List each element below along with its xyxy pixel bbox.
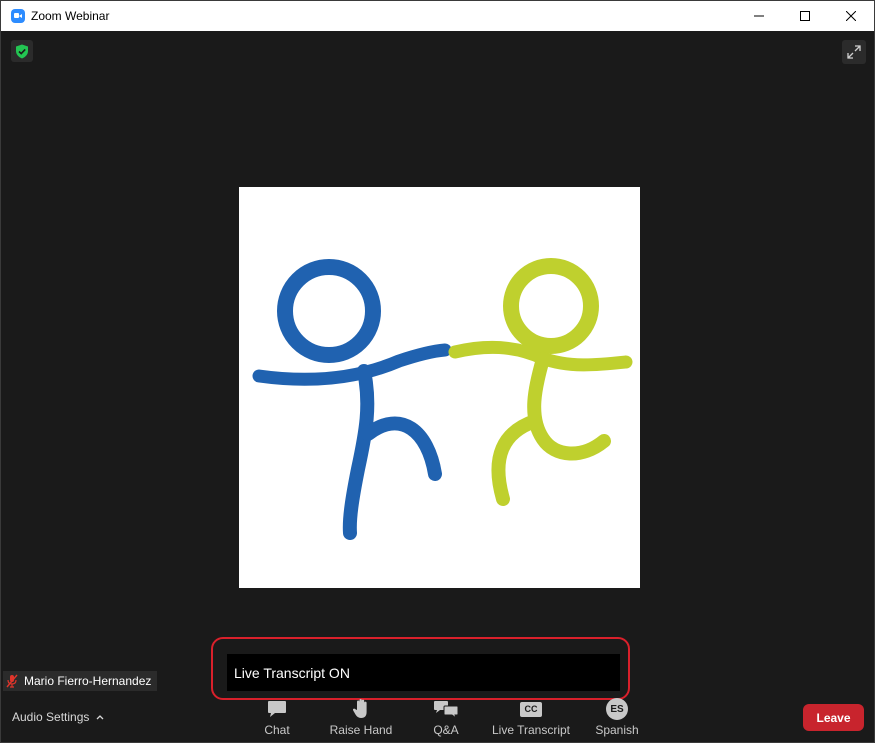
dancing-figures-logo [252,258,633,540]
participant-name: Mario Fierro-Hernandez [24,674,152,688]
close-icon [846,11,856,21]
qa-label: Q&A [433,723,459,737]
audio-settings-label: Audio Settings [12,710,90,724]
title-bar: Zoom Webinar [1,1,874,31]
live-caption-box: Live Transcript ON [227,654,620,691]
window-controls [736,1,874,31]
minimize-icon [754,15,764,17]
zoom-app-icon [11,9,25,23]
audio-settings-button[interactable]: Audio Settings [12,710,104,724]
window-title: Zoom Webinar [31,9,110,23]
participant-name-tag: Mario Fierro-Hernandez [3,671,158,691]
leave-button[interactable]: Leave [803,704,864,731]
chat-label: Chat [264,723,290,737]
raise-hand-button[interactable]: Raise Hand [327,696,395,742]
cc-badge: CC [520,701,542,717]
maximize-button[interactable] [782,1,828,31]
qa-button[interactable]: Q&A [425,696,467,742]
minimize-button[interactable] [736,1,782,31]
muted-mic-icon [6,674,18,688]
maximize-icon [800,11,810,21]
live-transcript-button[interactable]: CC Live Transcript [490,696,572,742]
hand-icon [352,696,370,722]
shield-check-icon [16,44,28,58]
cc-icon: CC [520,696,542,722]
qa-icon [433,696,459,722]
close-button[interactable] [828,1,874,31]
encryption-shield-button[interactable] [11,40,33,62]
chat-button[interactable]: Chat [256,696,298,742]
live-transcript-label: Live Transcript [491,723,571,737]
spanish-label: Spanish [595,723,639,737]
zoom-webinar-window: Zoom Webinar Live Transcript ON Mario Fi… [0,0,875,743]
fullscreen-button[interactable] [842,40,866,64]
es-badge: ES [606,698,628,720]
language-icon: ES [606,696,628,722]
shared-logo-image [239,187,640,588]
chat-icon [266,696,288,722]
expand-icon [847,45,861,59]
language-spanish-button[interactable]: ES Spanish [591,696,643,742]
chevron-up-icon [96,714,104,720]
raise-hand-label: Raise Hand [329,723,393,737]
caption-text: Live Transcript ON [234,664,350,681]
meeting-toolbar: Chat Raise Hand Q&A CC Live Transcript E… [1,696,874,743]
